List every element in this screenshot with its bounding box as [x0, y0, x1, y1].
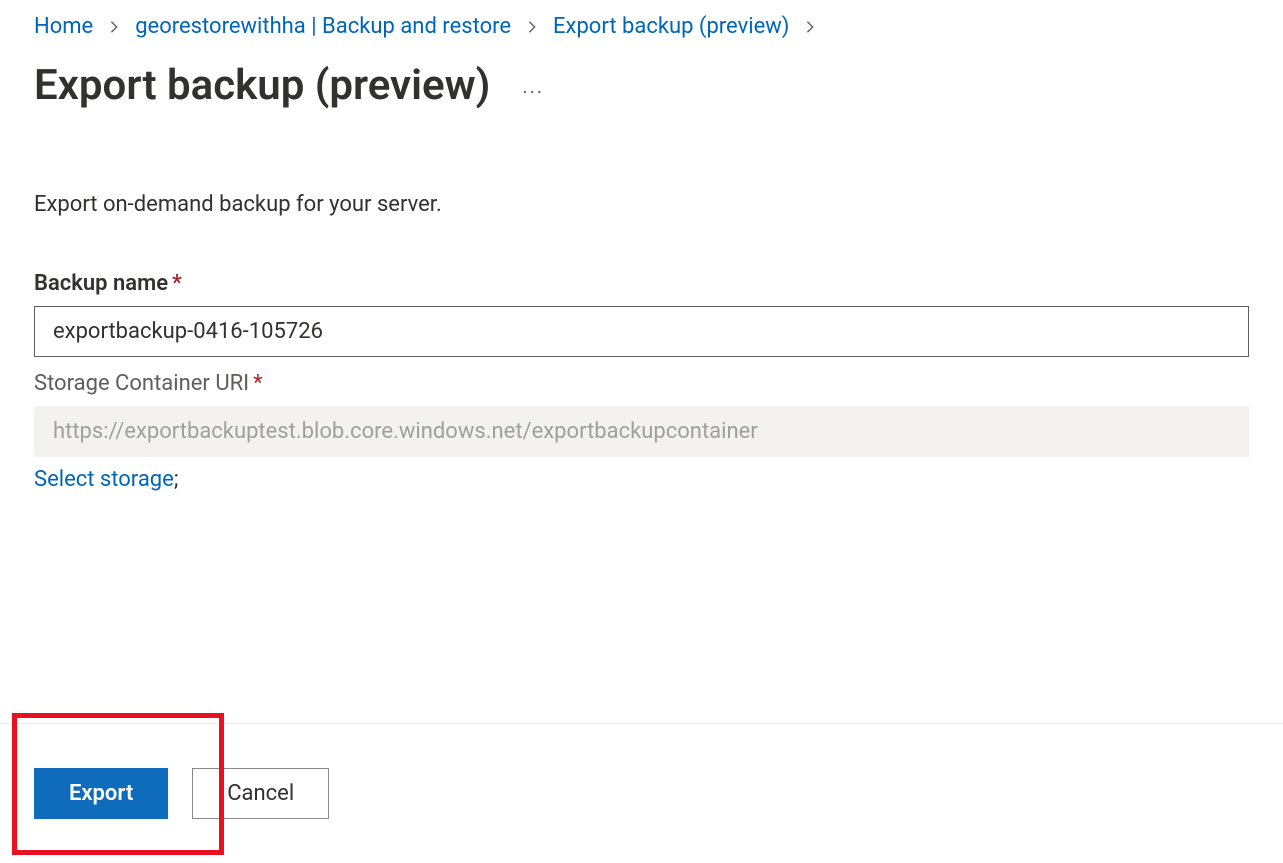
select-storage-link[interactable]: Select storage [34, 467, 174, 492]
breadcrumb-server[interactable]: georestorewithha | Backup and restore [135, 14, 511, 39]
chevron-right-icon [107, 20, 121, 34]
select-storage-suffix: ; [174, 467, 179, 492]
backup-name-label: Backup name* [34, 271, 1249, 296]
page-description: Export on-demand backup for your server. [34, 192, 1249, 217]
required-marker: * [253, 371, 262, 396]
cancel-button[interactable]: Cancel [192, 768, 329, 819]
breadcrumb-home[interactable]: Home [34, 14, 93, 39]
breadcrumb: Home georestorewithha | Backup and resto… [34, 14, 1249, 39]
footer-bar: Export Cancel [0, 723, 1283, 863]
more-actions-icon[interactable]: ··· [522, 68, 544, 104]
chevron-right-icon [525, 20, 539, 34]
export-button[interactable]: Export [34, 768, 168, 819]
breadcrumb-export[interactable]: Export backup (preview) [553, 14, 789, 39]
page-title: Export backup (preview) [34, 61, 490, 110]
storage-uri-label: Storage Container URI* [34, 371, 1249, 396]
chevron-right-icon [803, 20, 817, 34]
backup-name-input[interactable] [34, 306, 1249, 357]
storage-uri-input[interactable] [34, 406, 1249, 457]
required-marker: * [172, 271, 182, 296]
